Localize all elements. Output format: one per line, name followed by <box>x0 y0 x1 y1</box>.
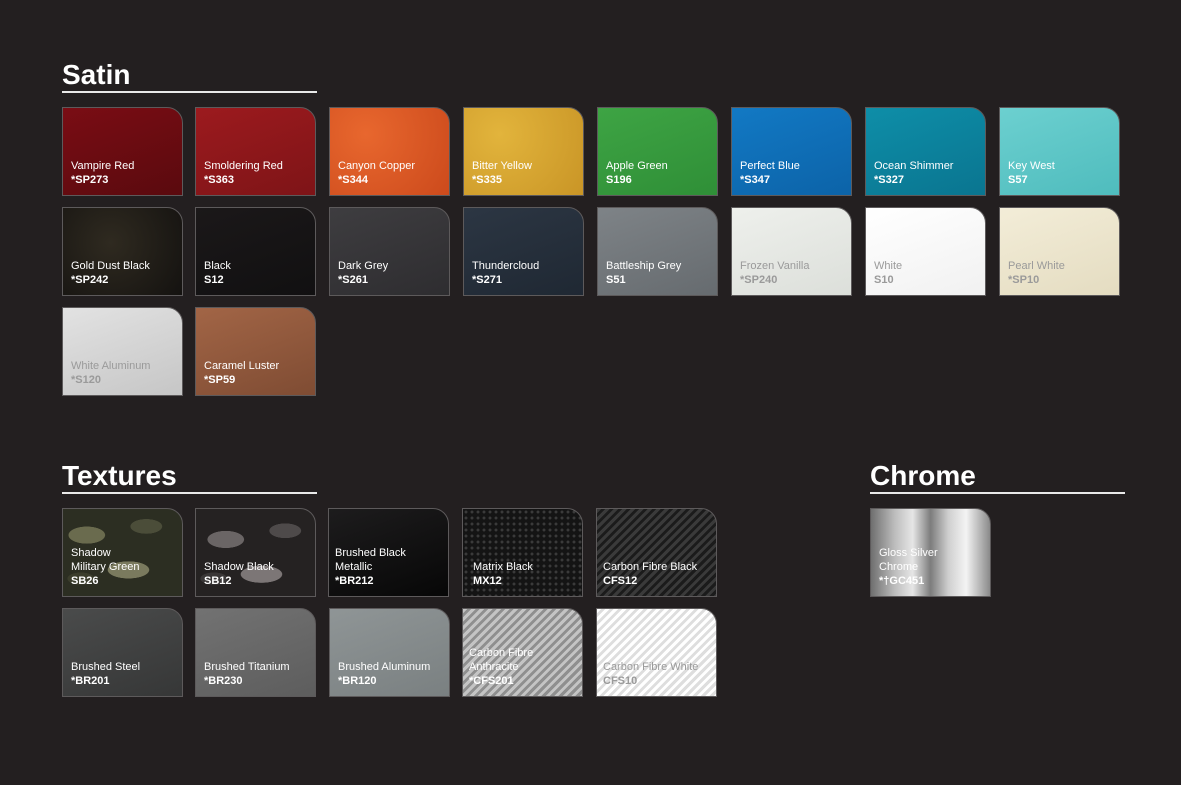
swatch-carbon-fibre-anthracite[interactable]: Carbon Fibre Anthracite *CFS201 <box>462 608 583 697</box>
swatch-code: S196 <box>606 174 632 186</box>
swatch-name: Dark Grey <box>338 260 389 272</box>
swatch-name: Ocean Shimmer <box>874 160 954 172</box>
swatch-name: Smoldering Red <box>204 160 283 172</box>
swatch-code: *BR230 <box>204 675 243 687</box>
swatch-shadow-black[interactable]: Shadow Black SB12 <box>195 508 316 597</box>
swatch-apple-green[interactable]: Apple Green S196 <box>597 107 718 196</box>
section-rule-satin <box>62 91 317 93</box>
swatch-name: Vampire Red <box>71 160 135 172</box>
swatch-code: *S261 <box>338 274 368 286</box>
swatch-name: White Aluminum <box>71 360 151 372</box>
swatch-code: S10 <box>874 274 894 286</box>
swatch-name: Frozen Vanilla <box>740 260 810 272</box>
swatch-code: *S335 <box>472 174 502 186</box>
swatch-key-west[interactable]: Key West S57 <box>999 107 1120 196</box>
swatch-name: Bitter Yellow <box>472 160 532 172</box>
swatch-name: Brushed Steel <box>71 661 141 673</box>
section-title-satin: Satin <box>62 59 131 90</box>
swatch-code: *BR201 <box>71 675 110 687</box>
swatch-name: Shadow Military Green <box>71 547 140 573</box>
swatch-code: *S327 <box>874 174 904 186</box>
section-title-chrome: Chrome <box>870 460 976 491</box>
swatch-code: *S363 <box>204 174 234 186</box>
section-title-textures: Textures <box>62 460 177 491</box>
swatch-code: CFS10 <box>603 675 638 687</box>
swatch-code: SB26 <box>71 575 99 587</box>
swatch-code: *SP59 <box>204 374 236 386</box>
swatch-name: Gloss Silver Chrome <box>879 547 938 573</box>
swatch-bitter-yellow[interactable]: Bitter Yellow *S335 <box>463 107 584 196</box>
swatch-name: Carbon Fibre White <box>603 661 699 673</box>
swatch-name: Pearl White <box>1008 260 1065 272</box>
swatch-code: *BR120 <box>338 675 377 687</box>
swatch-gold-dust-black[interactable]: Gold Dust Black *SP242 <box>62 207 183 296</box>
swatch-ocean-shimmer[interactable]: Ocean Shimmer *S327 <box>865 107 986 196</box>
section-rule-chrome <box>870 492 1125 494</box>
swatch-carbon-fibre-black[interactable]: Carbon Fibre Black CFS12 <box>596 508 717 597</box>
swatch-name: Brushed Titanium <box>204 661 290 673</box>
swatch-name: Caramel Luster <box>204 360 280 372</box>
swatch-name: Black <box>204 260 231 272</box>
swatch-code: *†GC451 <box>879 575 925 587</box>
swatch-perfect-blue[interactable]: Perfect Blue *S347 <box>731 107 852 196</box>
swatch-name: Perfect Blue <box>740 160 800 172</box>
swatch-brushed-steel[interactable]: Brushed Steel *BR201 <box>62 608 183 697</box>
swatch-black[interactable]: Black S12 <box>195 207 316 296</box>
swatch-code: *SP10 <box>1008 274 1040 286</box>
swatch-code: *BR212 <box>335 575 374 587</box>
section-rule-textures <box>62 492 317 494</box>
swatch-name: Canyon Copper <box>338 160 416 172</box>
swatch-battleship-grey[interactable]: Battleship Grey S51 <box>597 207 718 296</box>
swatch-code: *S120 <box>71 374 101 386</box>
swatch-name: Carbon Fibre Black <box>603 561 698 573</box>
swatch-name: Apple Green <box>606 160 668 172</box>
swatch-white-aluminum[interactable]: White Aluminum *S120 <box>62 307 183 396</box>
swatch-dark-grey[interactable]: Dark Grey *S261 <box>329 207 450 296</box>
swatch-gloss-silver-chrome[interactable]: Gloss Silver Chrome *†GC451 <box>870 508 991 597</box>
swatch-code: CFS12 <box>603 575 638 587</box>
swatch-name: Matrix Black <box>473 561 533 573</box>
swatch-code: *SP240 <box>740 274 778 286</box>
swatch-name: Key West <box>1008 160 1055 172</box>
swatch-shadow-military-green[interactable]: Shadow Military Green SB26 <box>62 508 183 597</box>
swatch-name: Gold Dust Black <box>71 260 150 272</box>
swatch-name: Battleship Grey <box>606 260 682 272</box>
swatch-code: S12 <box>204 274 224 286</box>
swatch-frozen-vanilla[interactable]: Frozen Vanilla *SP240 <box>731 207 852 296</box>
swatch-code: S57 <box>1008 174 1028 186</box>
swatch-caramel-luster[interactable]: Caramel Luster *SP59 <box>195 307 316 396</box>
swatch-name: Brushed Aluminum <box>338 661 431 673</box>
swatch-matrix-black[interactable]: Matrix Black MX12 <box>462 508 583 597</box>
swatch-name: Thundercloud <box>472 260 540 272</box>
swatch-code: S51 <box>606 274 626 286</box>
swatch-white[interactable]: White S10 <box>865 207 986 296</box>
swatch-code: *SP242 <box>71 274 109 286</box>
swatch-name: White <box>874 260 903 272</box>
swatch-thundercloud[interactable]: Thundercloud *S271 <box>463 207 584 296</box>
swatch-name: Carbon Fibre Anthracite <box>469 647 534 673</box>
swatch-pearl-white[interactable]: Pearl White *SP10 <box>999 207 1120 296</box>
swatch-code: *SP273 <box>71 174 109 186</box>
swatch-code: *CFS201 <box>469 675 514 687</box>
swatch-code: SB12 <box>204 575 232 587</box>
swatch-brushed-black-metallic[interactable]: Brushed Black Metallic *BR212 <box>328 508 449 597</box>
swatch-brushed-titanium[interactable]: Brushed Titanium *BR230 <box>195 608 316 697</box>
swatch-vampire-red[interactable]: Vampire Red *SP273 <box>62 107 183 196</box>
swatch-carbon-fibre-white[interactable]: Carbon Fibre White CFS10 <box>596 608 717 697</box>
swatch-brushed-aluminum[interactable]: Brushed Aluminum *BR120 <box>329 608 450 697</box>
swatch-code: MX12 <box>473 575 502 587</box>
swatch-code: *S271 <box>472 274 502 286</box>
swatch-code: *S347 <box>740 174 770 186</box>
swatch-name: Shadow Black <box>204 561 274 573</box>
swatch-smoldering-red[interactable]: Smoldering Red *S363 <box>195 107 316 196</box>
swatch-code: *S344 <box>338 174 368 186</box>
swatch-name: Brushed Black Metallic <box>335 547 406 573</box>
swatch-canyon-copper[interactable]: Canyon Copper *S344 <box>329 107 450 196</box>
